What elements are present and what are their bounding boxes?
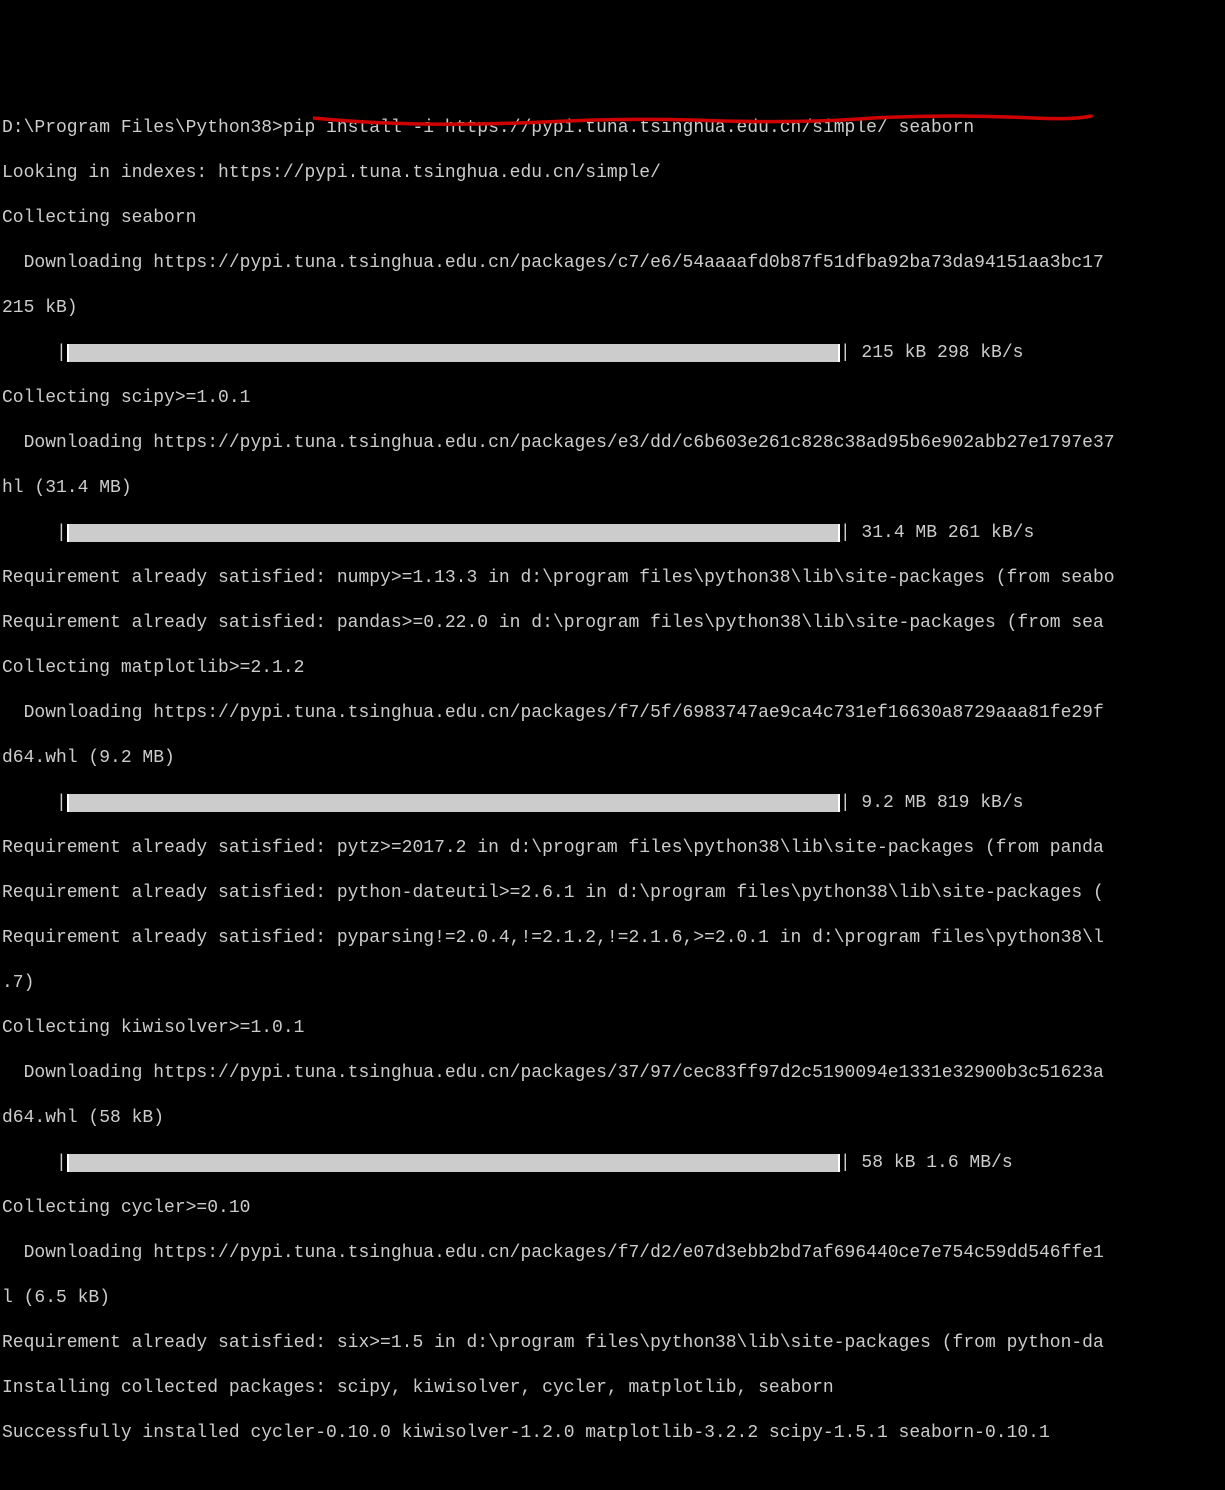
- progress-bar-fill: [67, 344, 840, 362]
- progress-bar-fill: [67, 524, 840, 542]
- output-line: Collecting matplotlib>=2.1.2: [2, 657, 1223, 680]
- output-line: Successfully installed cycler-0.10.0 kiw…: [2, 1422, 1223, 1445]
- output-line: d64.whl (58 kB): [2, 1107, 1223, 1130]
- command-line: D:\Program Files\Python38>pip install -i…: [2, 117, 1223, 140]
- progress-bar-row: | | 215 kB 298 kB/s: [2, 342, 1223, 365]
- output-line: Looking in indexes: https://pypi.tuna.ts…: [2, 162, 1223, 185]
- progress-text: | 31.4 MB 261 kB/s: [840, 522, 1034, 545]
- output-line: Downloading https://pypi.tuna.tsinghua.e…: [2, 1242, 1223, 1265]
- output-line: Requirement already satisfied: pandas>=0…: [2, 612, 1223, 635]
- progress-text: | 58 kB 1.6 MB/s: [840, 1152, 1013, 1175]
- output-line: Collecting cycler>=0.10: [2, 1197, 1223, 1220]
- output-line: Collecting scipy>=1.0.1: [2, 387, 1223, 410]
- output-line: d64.whl (9.2 MB): [2, 747, 1223, 770]
- output-line: Requirement already satisfied: numpy>=1.…: [2, 567, 1223, 590]
- progress-text: | 215 kB 298 kB/s: [840, 342, 1024, 365]
- command-text: pip install -i https://pypi.tuna.tsinghu…: [283, 118, 974, 138]
- output-line: hl (31.4 MB): [2, 477, 1223, 500]
- prompt-path: D:\Program Files\Python38>: [2, 118, 283, 138]
- progress-bar-fill: [67, 1154, 840, 1172]
- progress-bar-row: | | 31.4 MB 261 kB/s: [2, 522, 1223, 545]
- terminal-output[interactable]: D:\Program Files\Python38>pip install -i…: [2, 94, 1223, 1490]
- output-line: .7): [2, 972, 1223, 995]
- progress-indent: |: [2, 522, 67, 545]
- output-line: Downloading https://pypi.tuna.tsinghua.e…: [2, 432, 1223, 455]
- output-line: Requirement already satisfied: python-da…: [2, 882, 1223, 905]
- output-line: Requirement already satisfied: pytz>=201…: [2, 837, 1223, 860]
- output-line: Downloading https://pypi.tuna.tsinghua.e…: [2, 702, 1223, 725]
- progress-indent: |: [2, 1152, 67, 1175]
- output-line: Requirement already satisfied: six>=1.5 …: [2, 1332, 1223, 1355]
- output-line: Downloading https://pypi.tuna.tsinghua.e…: [2, 1062, 1223, 1085]
- progress-bar-row: | | 58 kB 1.6 MB/s: [2, 1152, 1223, 1175]
- output-line: Collecting seaborn: [2, 207, 1223, 230]
- progress-bar-row: | | 9.2 MB 819 kB/s: [2, 792, 1223, 815]
- progress-text: | 9.2 MB 819 kB/s: [840, 792, 1024, 815]
- progress-indent: |: [2, 792, 67, 815]
- progress-indent: |: [2, 342, 67, 365]
- output-line: 215 kB): [2, 297, 1223, 320]
- output-line: Downloading https://pypi.tuna.tsinghua.e…: [2, 252, 1223, 275]
- output-line: Requirement already satisfied: pyparsing…: [2, 927, 1223, 950]
- output-line: l (6.5 kB): [2, 1287, 1223, 1310]
- progress-bar-fill: [67, 794, 840, 812]
- output-line: Collecting kiwisolver>=1.0.1: [2, 1017, 1223, 1040]
- output-line: Installing collected packages: scipy, ki…: [2, 1377, 1223, 1400]
